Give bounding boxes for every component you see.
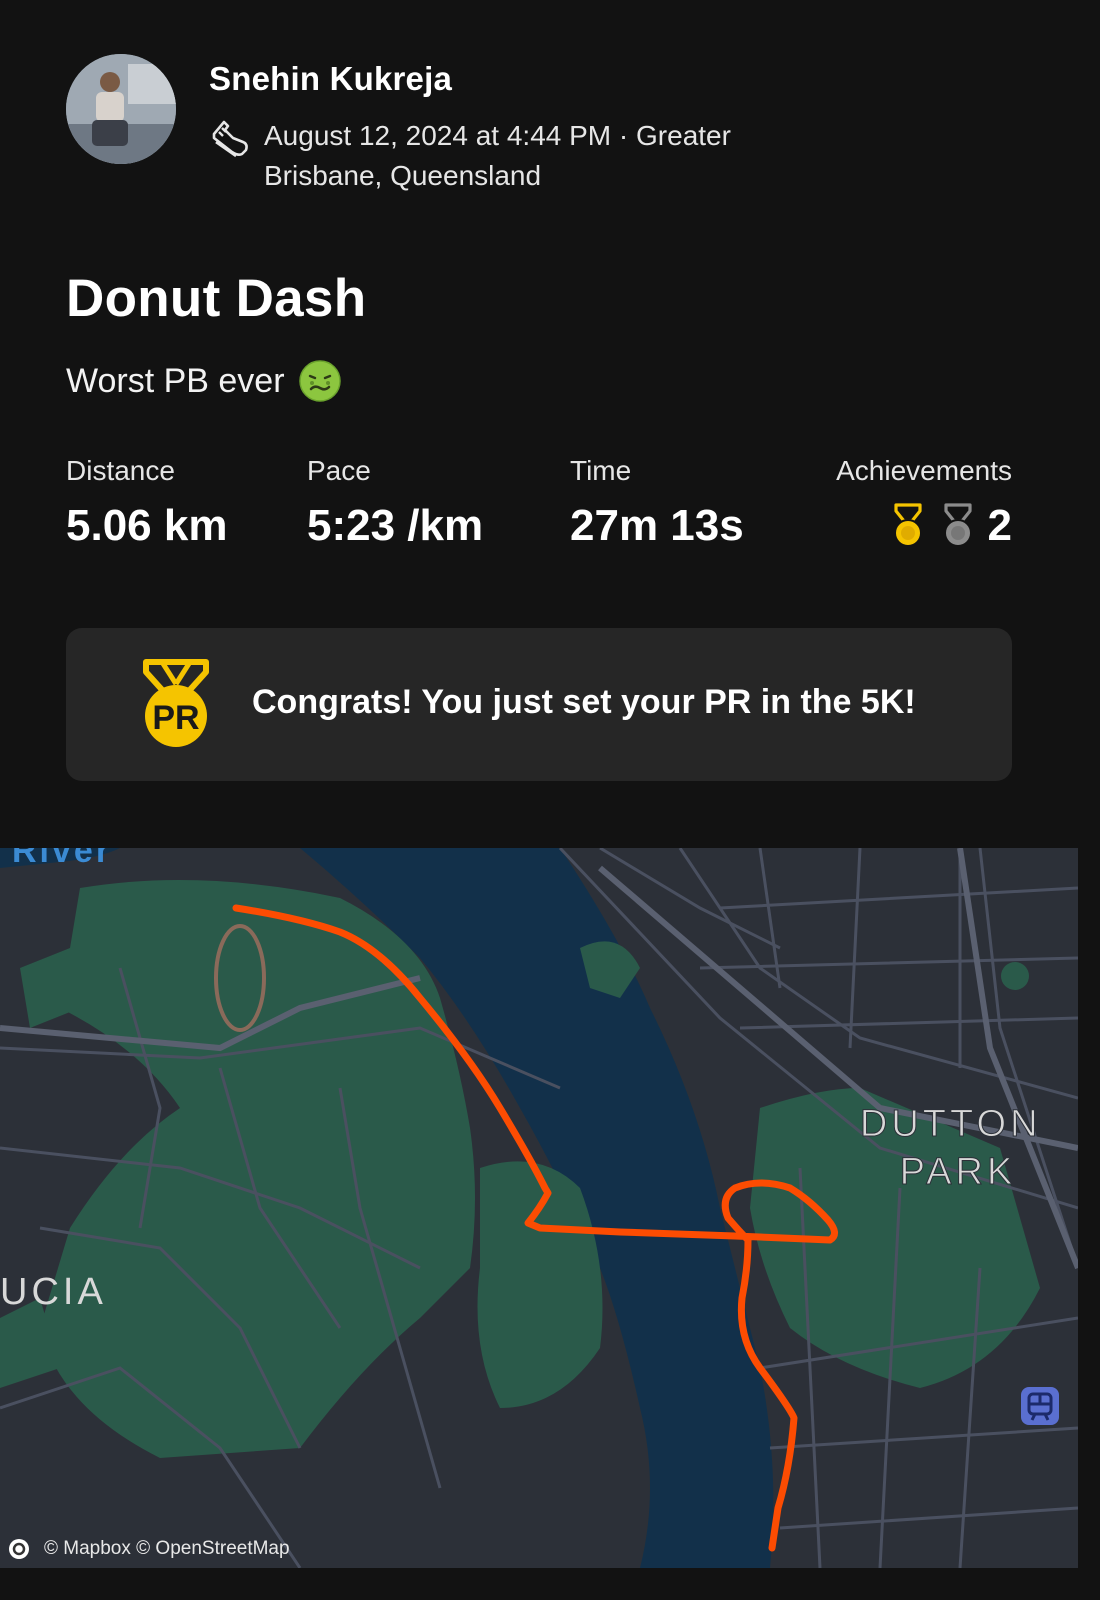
activity-title: Donut Dash	[66, 269, 367, 328]
time-value: 27m 13s	[570, 501, 744, 550]
activity-description: Worst PB ever	[66, 360, 341, 402]
achievements-label: Achievements	[836, 455, 1012, 486]
nauseated-face-emoji-icon	[298, 360, 341, 402]
avatar[interactable]	[66, 54, 176, 164]
pr-banner[interactable]: PR Congrats! You just set your PR in the…	[66, 628, 1012, 781]
avatar-photo	[66, 54, 176, 164]
train-station-icon[interactable]	[1020, 1386, 1060, 1426]
stat-distance: Distance 5.06 km	[66, 455, 227, 551]
achievements-count: 2	[987, 501, 1012, 550]
pr-medal-icon: PR	[143, 659, 209, 747]
map-label-west: UCIA	[0, 1271, 107, 1313]
activity-header: Snehin Kukreja August 12, 2024 at 4:44 P…	[66, 54, 1012, 204]
stat-time: Time 27m 13s	[570, 455, 744, 551]
pr-medal-text: PR	[152, 699, 199, 737]
route-map[interactable]: River DUTTON PARK UCIA © Mapbox © OpenSt…	[0, 848, 1078, 1568]
gold-medal-icon	[893, 503, 922, 547]
stat-achievements[interactable]: Achievements 2	[836, 455, 1012, 551]
map-canvas: River DUTTON PARK UCIA	[0, 848, 1078, 1568]
user-name[interactable]: Snehin Kukreja	[209, 60, 452, 98]
mapbox-logo-icon	[9, 1539, 29, 1559]
attribution-text: © Mapbox © OpenStreetMap	[44, 1538, 290, 1559]
stat-pace: Pace 5:23 /km	[307, 455, 483, 551]
distance-label: Distance	[66, 455, 175, 486]
running-shoe-icon	[212, 120, 248, 158]
pace-value: 5:23 /km	[307, 501, 484, 550]
map-label-river: River	[12, 848, 112, 870]
pace-label: Pace	[307, 455, 371, 486]
silver-medal-icon	[943, 503, 972, 547]
pr-banner-text: Congrats! You just set your PR in the 5K…	[252, 683, 916, 721]
activity-date-location: August 12, 2024 at 4:44 PM · Greater Bri…	[264, 120, 731, 191]
map-attribution[interactable]: © Mapbox © OpenStreetMap	[8, 1538, 290, 1560]
time-label: Time	[570, 455, 632, 486]
description-text: Worst PB ever	[66, 361, 285, 400]
achievements-row[interactable]: 2	[836, 501, 1012, 551]
distance-value: 5.06 km	[66, 501, 228, 550]
